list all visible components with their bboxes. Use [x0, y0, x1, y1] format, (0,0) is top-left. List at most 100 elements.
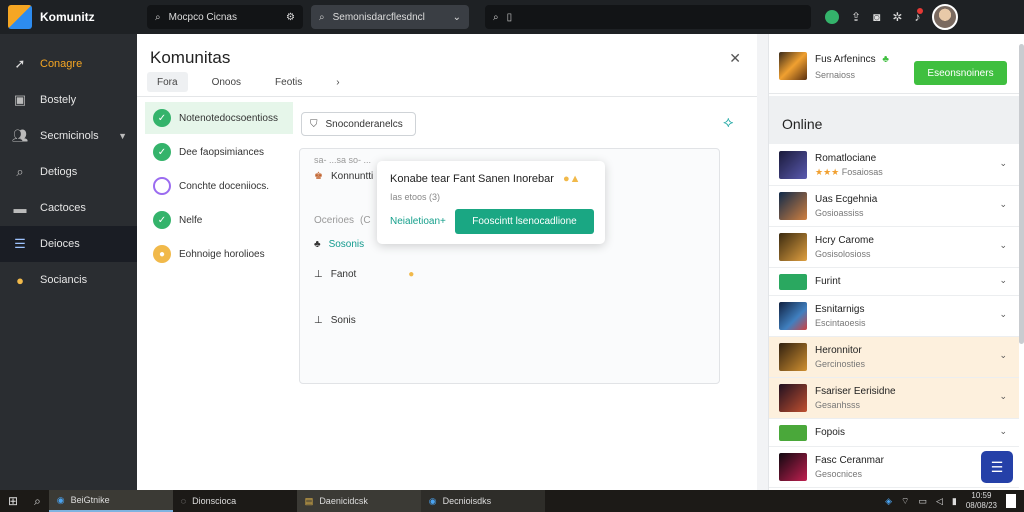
chevron-down-icon[interactable]: ⌄ [999, 240, 1007, 251]
notification-icon[interactable] [1006, 494, 1016, 508]
notification-icon[interactable]: ♪ [914, 8, 924, 24]
tab-0[interactable]: Fora [147, 72, 188, 92]
step-item-2[interactable]: Conchte doceniiocs. [145, 170, 293, 202]
panel-row-1[interactable]: ⊥ Fanot ● [314, 269, 414, 280]
system-tray: ◈ ⌔ ▭ ◁ ▮ 10:59 08/08/23 [885, 491, 1024, 511]
layout-icon: ☰ [14, 236, 26, 251]
sidebar-item-3[interactable]: ⌕ Detiogs [0, 154, 137, 190]
chevron-down-icon[interactable]: ⌄ [999, 309, 1007, 320]
sidebar-item-label: Secmicinols [40, 130, 99, 142]
join-button[interactable]: Eseonsnoiners [914, 61, 1007, 85]
close-icon[interactable]: ✕ [729, 50, 741, 67]
featured-title-text: Fus Arfenincs [815, 54, 876, 65]
list-item[interactable]: Heronnitor Gercinosties ⌄ [769, 337, 1019, 378]
app-icon: ◌ [180, 496, 187, 506]
clock[interactable]: 10:59 08/08/23 [966, 491, 997, 511]
item-name: Fopois [815, 427, 846, 438]
step-label: Conchte doceniiocs. [179, 180, 270, 192]
chat-fab-button[interactable]: ☰ [981, 451, 1013, 483]
sidebar-item-4[interactable]: ▬ Cactoces [0, 190, 137, 226]
search-box-secondary[interactable]: ⌕ Semonisdarcflesdncl ⌄ [311, 5, 469, 29]
panel-row-label: Sonis [330, 315, 356, 326]
emoji-icon: ● [408, 269, 415, 280]
start-icon[interactable]: ⊞ [0, 490, 26, 512]
browser-icon: ◉ [56, 494, 65, 505]
taskbar-app-1[interactable]: ◌ Dionscioca [173, 490, 297, 512]
pin-icon: ⊥ [314, 269, 323, 280]
panel-sub-suffix: (C [360, 215, 371, 226]
brand[interactable]: Komunitz [0, 5, 137, 29]
tab-2[interactable]: Feotis [265, 72, 312, 92]
thumbnail [779, 343, 807, 371]
list-item[interactable]: Romatlociane ★★★ Fosaiosas ⌄ [769, 145, 1019, 186]
bookmark-icon[interactable]: ▯ [507, 12, 513, 23]
filter-pill[interactable]: ⛉ Snoconderanelcs [301, 112, 416, 136]
battery-icon[interactable]: ▮ [952, 496, 957, 507]
item-status: ★★★ Fosaiosas [815, 166, 883, 177]
panel-row-2[interactable]: ⊥ Sonis [314, 315, 356, 326]
sidebar-item-5[interactable]: ☰ Deioces [0, 226, 137, 262]
avatar[interactable] [932, 4, 959, 30]
chevron-down-icon[interactable]: ⌄ [999, 350, 1007, 361]
upload-icon[interactable]: ⇪ [851, 10, 861, 24]
taskbar-app-3[interactable]: ◉ Decnioisdks [420, 490, 545, 512]
volume-icon[interactable]: ◁ [936, 496, 943, 507]
step-item-1[interactable]: ✓ Dee faopsimiances [145, 136, 293, 168]
sidebar-item-1[interactable]: ▣ Bostely [0, 82, 137, 118]
search-icon[interactable]: ⌕ [26, 490, 49, 512]
settings-icon[interactable]: ⚙ [286, 12, 295, 23]
list-item[interactable]: Hcry Carome Gosisolosioss ⌄ [769, 227, 1019, 268]
panel-sub-row: Ocerioes (C [314, 215, 371, 226]
panel-row-0[interactable]: ♣ Sosonis [314, 239, 364, 250]
browser-icon: ◉ [428, 495, 437, 506]
document-icon: ☰ [990, 458, 1004, 475]
taskbar-app-2[interactable]: ▤ Daenicidcsk [296, 490, 421, 512]
step-item-0[interactable]: ✓ Notenotedocsoentioss [145, 102, 293, 134]
taskbar-app-0[interactable]: ◉ BeiGtnike [48, 490, 173, 512]
search-box-tertiary[interactable]: ⌕ ▯ [485, 5, 811, 29]
chevron-down-icon[interactable]: ⌄ [999, 275, 1007, 286]
chevron-down-icon[interactable]: ▼ [118, 131, 127, 141]
keyboard-icon[interactable]: ▭ [918, 496, 927, 507]
chevron-down-icon[interactable]: ⌄ [999, 158, 1007, 169]
wifi-icon[interactable]: ⌔ [901, 496, 909, 507]
tab-bar: Fora Onoos Feotis › [147, 72, 364, 92]
chevron-down-icon[interactable]: ⌄ [453, 12, 461, 23]
chevron-down-icon[interactable]: ⌄ [999, 199, 1007, 210]
list-item[interactable]: Esnitarnigs Escintaoesis ⌄ [769, 296, 1019, 337]
featured-card: Fus Arfenincs ♣ Sernaioss Eseonsnoiners [769, 34, 1019, 94]
sidebar-item-6[interactable]: ● Sociancis [0, 262, 137, 298]
list-item[interactable]: Uas Ecgehnia Gosioassiss ⌄ [769, 186, 1019, 227]
tab-1[interactable]: Onoos [202, 72, 251, 92]
scrollbar[interactable] [1019, 44, 1024, 344]
sidebar-item-0[interactable]: ➚ Conagre [0, 46, 137, 82]
step-label: Dee faopsimiances [179, 146, 265, 158]
thumbnail [779, 233, 807, 261]
pending-icon [153, 177, 171, 195]
gear-icon[interactable]: ✲ [892, 10, 902, 24]
search-box-primary[interactable]: ⌕ Mocpco Cicnas ⚙ [147, 5, 303, 29]
item-name: Uas Ecgehnia [815, 194, 878, 205]
chevron-down-icon[interactable]: ⌄ [999, 426, 1007, 437]
chevron-down-icon[interactable]: ⌄ [999, 391, 1007, 402]
popup-link[interactable]: Neialetioan+ [390, 216, 446, 227]
status-ok-icon[interactable] [825, 10, 839, 24]
tab-next[interactable]: › [326, 72, 349, 92]
popup-action-button[interactable]: Fooscintt lsenocadlione [455, 209, 594, 234]
step-item-3[interactable]: ✓ Nelfe [145, 204, 293, 236]
step-item-4[interactable]: ● Eohnoige horolioes [145, 238, 293, 270]
item-name: Fsariser Eerisidne [815, 386, 896, 397]
list-item[interactable]: Fsariser Eerisidne Gesanhsss ⌄ [769, 378, 1019, 419]
list-item[interactable]: Fopois ⌄ [769, 419, 1019, 447]
taskbar-app-label: Dionscioca [192, 496, 237, 506]
item-name: Hcry Carome [815, 235, 874, 246]
panel-row-label: Sosonis [328, 239, 365, 250]
emoji-icon: ●▲ [562, 173, 581, 185]
sidebar-item-2[interactable]: 👥︎ Secmicinols ▼ [0, 118, 137, 154]
camera-icon[interactable]: ◙ [873, 10, 880, 24]
list-item[interactable]: Furint ⌄ [769, 268, 1019, 296]
refresh-icon[interactable]: ⟡ [723, 114, 734, 132]
popup-title: Konabe tear Fant Sanen Inorebar ●▲ [390, 173, 581, 185]
network-icon[interactable]: ◈ [885, 496, 892, 507]
popup-action-label: Fooscintt lsenocadlione [472, 216, 577, 227]
